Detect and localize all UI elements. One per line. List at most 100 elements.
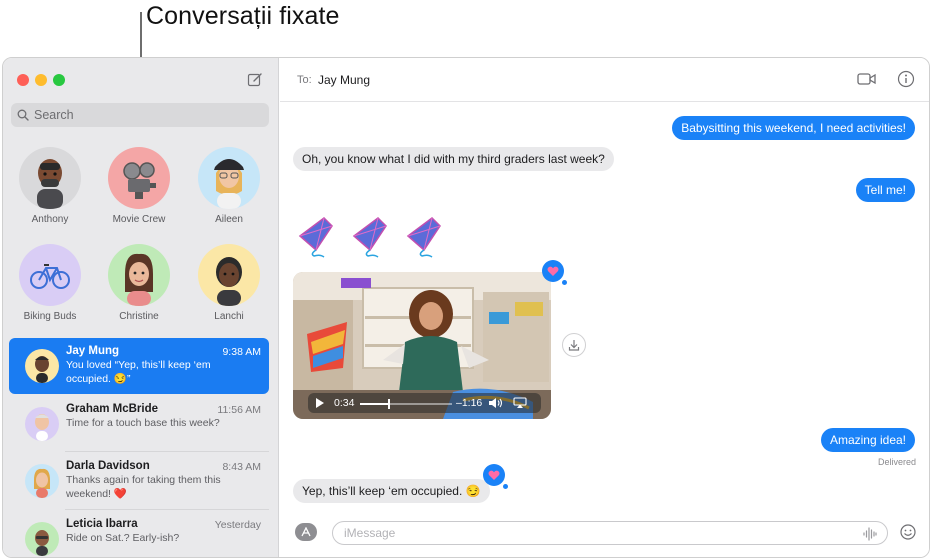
message-input[interactable] <box>344 526 844 540</box>
avatar <box>25 349 59 383</box>
heart-icon <box>488 470 500 480</box>
tapback-tail <box>503 484 508 489</box>
pinned-label: Aileen <box>215 214 243 225</box>
download-icon <box>568 340 580 351</box>
search-field[interactable] <box>11 103 269 127</box>
video-progress-fill <box>360 403 388 405</box>
volume-icon[interactable] <box>488 397 504 409</box>
pinned-biking-buds[interactable]: Biking Buds <box>10 244 90 322</box>
avatar <box>198 147 260 209</box>
memoji-icon <box>37 159 63 209</box>
pinned-label: Biking Buds <box>23 311 77 322</box>
search-input[interactable] <box>34 108 254 122</box>
memoji-icon <box>34 468 50 498</box>
kite-icon <box>298 217 333 258</box>
zoom-window-button[interactable] <box>53 74 65 86</box>
chat-header: To: Jay Mung <box>280 58 929 102</box>
audio-message-icon[interactable] <box>863 527 877 541</box>
apps-button[interactable] <box>295 523 317 541</box>
delivered-status: Delivered <box>877 457 916 467</box>
conversation-time: 11:56 AM <box>217 404 261 416</box>
compose-icon[interactable] <box>247 72 263 88</box>
play-icon[interactable] <box>315 398 324 408</box>
conversation-name: Graham McBride <box>66 403 159 415</box>
message-outgoing[interactable]: Tell me! <box>855 178 915 202</box>
conversation-preview: Thanks again for taking them this weeken… <box>66 474 221 500</box>
screenshot: Conversații fixate Search Anthony Movie … <box>0 0 931 559</box>
avatar <box>19 244 81 306</box>
facetime-video-icon[interactable] <box>857 72 877 86</box>
video-message[interactable]: 0:34 –1:16 <box>293 272 551 419</box>
conversation-time: 8:43 AM <box>222 461 261 473</box>
conversation-name: Jay Mung <box>66 345 120 357</box>
app-store-icon <box>301 527 311 537</box>
info-icon[interactable] <box>897 70 915 88</box>
pinned-anthony[interactable]: Anthony <box>10 147 90 225</box>
pinned-aileen[interactable]: Aileen <box>189 147 269 225</box>
bicycle-icon <box>30 264 70 289</box>
conversation-darla-davidson[interactable]: Darla Davidson 8:43 AM Thanks again for … <box>9 453 269 509</box>
airplay-icon[interactable] <box>513 397 527 409</box>
close-window-button[interactable] <box>17 74 29 86</box>
avatar <box>108 244 170 306</box>
memoji-icon <box>35 530 49 556</box>
tapback-tail <box>562 280 567 285</box>
avatar <box>198 244 260 306</box>
messages-window: Anthony Movie Crew <box>2 57 930 558</box>
heart-tapback-icon[interactable] <box>483 464 505 486</box>
avatar <box>25 522 59 556</box>
to-label: To: <box>297 74 312 86</box>
message-field[interactable] <box>332 521 888 545</box>
conversation-preview: Time for a touch base this week? <box>66 417 220 429</box>
sidebar: Anthony Movie Crew <box>3 58 279 557</box>
search-icon <box>17 109 29 121</box>
avatar <box>108 147 170 209</box>
memoji-icon <box>214 159 244 209</box>
pinned-lanchi[interactable]: Lanchi <box>189 244 269 322</box>
conversation-leticia-ibarra[interactable]: Leticia Ibarra Yesterday Ride on Sat.? E… <box>9 511 269 557</box>
conversation-name: Darla Davidson <box>66 460 150 472</box>
pinned-label: Lanchi <box>214 311 244 322</box>
conversation-name: Leticia Ibarra <box>66 518 138 530</box>
message-input-bar <box>280 513 929 557</box>
list-divider <box>65 451 269 452</box>
pinned-movie-crew[interactable]: Movie Crew <box>99 147 179 225</box>
video-scrubber-knob[interactable] <box>387 399 390 409</box>
avatar <box>25 464 59 498</box>
conversation-jay-mung[interactable]: Jay Mung 9:38 AM You loved “Yep, this’ll… <box>9 338 269 394</box>
video-controls: 0:34 –1:16 <box>308 393 541 413</box>
pinned-label: Movie Crew <box>112 214 166 225</box>
video-scrubber[interactable] <box>360 399 452 409</box>
memoji-icon <box>125 253 153 306</box>
memoji-icon <box>35 356 49 383</box>
film-projector-icon <box>123 162 156 199</box>
message-outgoing[interactable]: Amazing idea! <box>820 428 915 452</box>
kite-icon <box>406 217 441 258</box>
conversation-preview: You loved “Yep, this’ll keep ‘em occupie… <box>66 359 211 385</box>
recipient-name[interactable]: Jay Mung <box>318 73 370 87</box>
heart-tapback-icon[interactable] <box>542 260 564 282</box>
chat-pane: To: Jay Mung Babysitting this weekend, I… <box>280 58 929 557</box>
pinned-label: Christine <box>119 311 159 322</box>
save-video-button[interactable] <box>562 333 586 357</box>
conversation-time: Yesterday <box>214 519 261 531</box>
memoji-icon <box>216 257 242 306</box>
list-divider <box>65 509 269 510</box>
conversation-graham-mcbride[interactable]: Graham McBride 11:56 AM Time for a touch… <box>9 396 269 452</box>
emoji-icon[interactable] <box>900 524 916 540</box>
avatar <box>25 407 59 441</box>
avatar <box>19 147 81 209</box>
message-incoming[interactable]: Oh, you know what I did with my third gr… <box>293 147 614 171</box>
conversation-time: 9:38 AM <box>222 346 261 358</box>
pinned-conversations-callout: Conversații fixate <box>146 2 340 30</box>
kite-icon <box>352 217 387 258</box>
pinned-label: Anthony <box>31 214 69 225</box>
video-remaining-time: –1:16 <box>456 397 483 409</box>
heart-icon <box>547 266 559 276</box>
video-elapsed-time: 0:34 <box>334 397 355 409</box>
message-outgoing[interactable]: Babysitting this weekend, I need activit… <box>672 116 915 140</box>
pinned-christine[interactable]: Christine <box>99 244 179 322</box>
minimize-window-button[interactable] <box>35 74 47 86</box>
message-incoming[interactable]: Yep, this’ll keep ‘em occupied. 😏 <box>293 479 490 503</box>
memoji-icon <box>35 414 49 441</box>
